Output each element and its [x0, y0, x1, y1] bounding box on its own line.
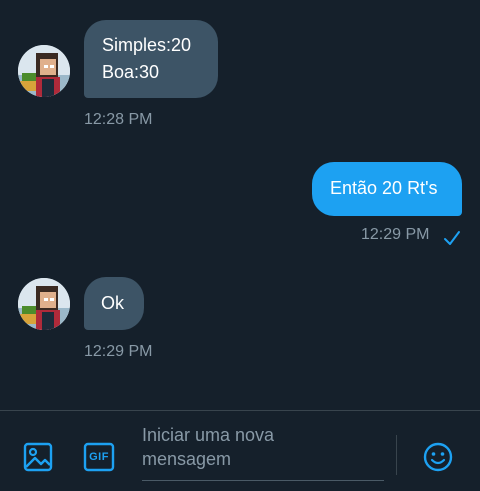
add-image-button[interactable]	[20, 439, 56, 475]
message-text: Boa:30	[102, 62, 160, 82]
message-text: Simples:20	[102, 35, 192, 55]
avatar[interactable]	[18, 45, 70, 97]
message-timestamp: 12:29 PM	[361, 226, 430, 243]
check-icon	[444, 231, 460, 245]
avatar[interactable]	[18, 278, 70, 330]
gif-label: GIF	[89, 451, 109, 463]
message-timestamp: 12:29 PM	[84, 343, 153, 360]
message-bubble-outgoing[interactable]: Então 20 Rt's	[312, 162, 462, 216]
message-input-placeholder: mensagem	[142, 449, 232, 469]
avatar-image	[18, 45, 70, 97]
message-bubble-incoming[interactable]: Ok	[84, 277, 144, 330]
add-gif-button[interactable]: GIF	[82, 441, 116, 473]
message-text: Então 20 Rt's	[330, 178, 438, 198]
emoji-button[interactable]	[420, 439, 456, 475]
chat-screen: Simples:20 Boa:30 12:28 PM Então 20 Rt's…	[0, 0, 480, 491]
message-composer: GIF Iniciar uma nova mensagem	[0, 410, 480, 491]
message-bubble-incoming[interactable]: Simples:20 Boa:30	[84, 20, 218, 98]
message-input[interactable]: Iniciar uma nova mensagem	[142, 423, 384, 481]
message-text: Ok	[101, 293, 125, 313]
emoji-icon	[423, 442, 453, 472]
message-timestamp: 12:28 PM	[84, 111, 153, 128]
image-icon	[23, 442, 53, 472]
message-input-placeholder: Iniciar uma nova	[142, 425, 275, 445]
composer-divider	[396, 435, 397, 475]
avatar-image	[18, 278, 70, 330]
